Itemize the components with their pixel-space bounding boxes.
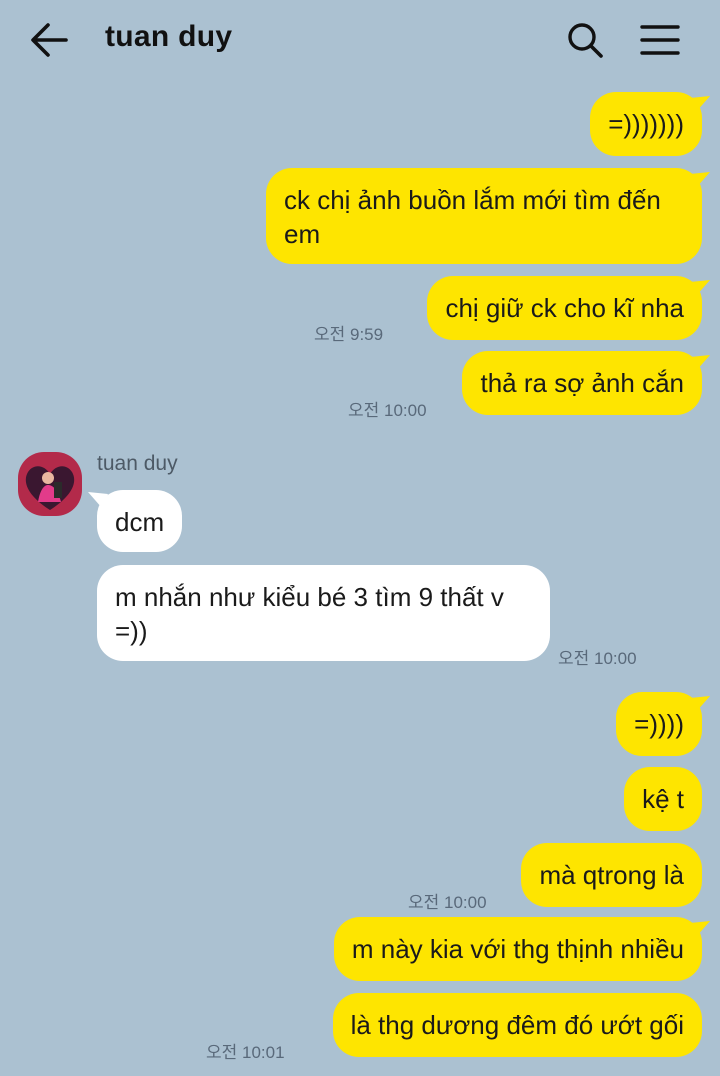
- bubble-tail: [690, 921, 710, 937]
- menu-button[interactable]: [638, 18, 682, 62]
- sender-name: tuan duy: [97, 452, 178, 475]
- message-text: =)))): [634, 709, 684, 739]
- message-bubble-outgoing[interactable]: mà qtrong là: [521, 843, 702, 907]
- message-bubble-incoming[interactable]: dcm: [88, 490, 183, 552]
- bubble-tail: [690, 696, 710, 712]
- message-text: là thg dương đêm đó ướt gối: [350, 1010, 684, 1040]
- message-bubble-outgoing[interactable]: thả ra sợ ảnh cắn: [462, 351, 710, 415]
- message-bubble-outgoing[interactable]: là thg dương đêm đó ướt gối: [332, 993, 702, 1057]
- message-bubble-outgoing[interactable]: =)))): [616, 692, 710, 756]
- message-bubble-incoming[interactable]: m nhắn như kiểu bé 3 tìm 9 thất v =)): [97, 565, 550, 661]
- arrow-left-icon: [31, 23, 68, 57]
- message-time: 오전 10:00: [408, 893, 487, 912]
- message-text: dcm: [115, 507, 165, 537]
- profile-photo: [18, 452, 82, 516]
- hamburger-menu-icon: [640, 25, 680, 55]
- message-text: m nhắn như kiểu bé 3 tìm 9 thất v =)): [115, 582, 504, 646]
- message-bubble-outgoing[interactable]: ck chị ảnh buồn lắm mới tìm đến em: [266, 168, 710, 264]
- back-button[interactable]: [26, 18, 74, 62]
- bubble-tail: [690, 280, 710, 296]
- avatar[interactable]: [18, 452, 82, 516]
- message-bubble-outgoing[interactable]: kệ t: [624, 767, 702, 831]
- message-text: mà qtrong là: [539, 860, 684, 890]
- message-time: 오전 10:00: [558, 649, 637, 668]
- bubble-tail: [690, 355, 710, 371]
- message-bubble-outgoing[interactable]: chị giữ ck cho kĩ nha: [427, 276, 710, 340]
- bubble-tail: [690, 172, 710, 188]
- message-time: 오전 10:01: [206, 1043, 285, 1062]
- message-text: =))))))): [608, 109, 684, 139]
- message-bubble-outgoing[interactable]: =))))))): [590, 92, 710, 156]
- message-text: ck chị ảnh buồn lắm mới tìm đến em: [284, 185, 661, 249]
- message-text: thả ra sợ ảnh cắn: [480, 368, 684, 398]
- message-text: kệ t: [642, 784, 684, 814]
- message-text: chị giữ ck cho kĩ nha: [445, 293, 684, 323]
- message-time: 오전 10:00: [348, 401, 427, 420]
- bubble-tail: [690, 96, 710, 112]
- chat-header: tuan duy: [0, 0, 720, 82]
- chat-title: tuan duy: [105, 20, 233, 53]
- message-text: m này kia với thg thịnh nhiều: [351, 934, 684, 964]
- message-time: 오전 9:59: [314, 325, 384, 344]
- search-icon: [568, 23, 603, 58]
- search-button[interactable]: [564, 18, 606, 62]
- bubble-tail: [88, 492, 108, 508]
- message-bubble-outgoing[interactable]: m này kia với thg thịnh nhiều: [333, 917, 710, 981]
